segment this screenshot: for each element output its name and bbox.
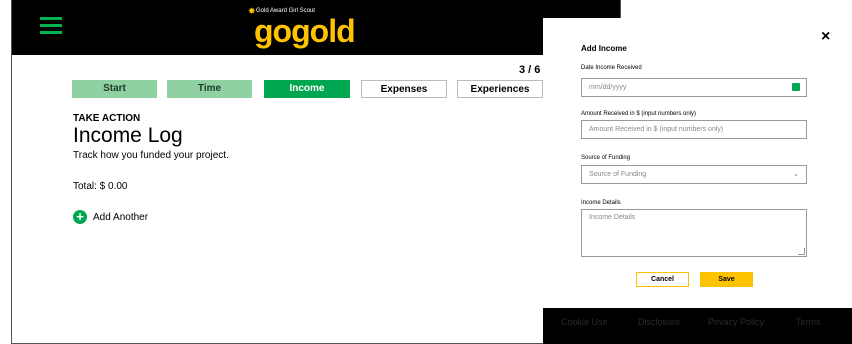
app-header: ✸ Gold Award Girl Scout gogold xyxy=(12,0,620,55)
amount-label: Amount Received in $ (input numbers only… xyxy=(581,111,697,117)
source-selected-value: Source of Funding xyxy=(589,171,647,178)
source-select[interactable]: Source of Funding ⌄ xyxy=(581,165,807,184)
amount-field[interactable]: Amount Received in $ (input numbers only… xyxy=(581,120,807,139)
amount-placeholder: Amount Received in $ (input numbers only… xyxy=(589,126,724,133)
footer-link-terms[interactable]: Terms xyxy=(796,317,821,327)
add-income-modal xyxy=(543,18,852,308)
add-another-button[interactable]: + Add Another xyxy=(73,210,148,224)
details-placeholder: Income Details xyxy=(589,214,636,221)
date-label: Date Income Received xyxy=(581,65,642,71)
footer-link-privacy-policy[interactable]: Privacy Policy xyxy=(708,317,764,327)
section-eyebrow: TAKE ACTION xyxy=(73,113,141,124)
step-expenses[interactable]: Expenses xyxy=(361,80,447,98)
plus-circle-icon: + xyxy=(73,210,87,224)
logo-wordmark: gogold xyxy=(254,13,356,49)
step-experiences[interactable]: Experiences xyxy=(457,80,543,98)
add-another-label: Add Another xyxy=(93,211,149,223)
step-income[interactable]: Income xyxy=(264,80,350,98)
calendar-icon[interactable] xyxy=(792,83,800,91)
chevron-down-icon: ⌄ xyxy=(793,171,799,178)
close-icon[interactable]: × xyxy=(821,28,830,46)
footer-link-disclosure[interactable]: Disclosure xyxy=(638,317,680,327)
step-time[interactable]: Time xyxy=(167,80,252,98)
details-label: Income Details xyxy=(581,200,621,206)
hamburger-menu-icon[interactable] xyxy=(40,17,62,35)
modal-title: Add Income xyxy=(581,44,627,53)
income-total: Total: $ 0.00 xyxy=(73,181,128,192)
step-start[interactable]: Start xyxy=(72,80,157,98)
save-button[interactable]: Save xyxy=(700,272,753,287)
page-title: Income Log xyxy=(73,124,183,147)
footer-link-cookie-use[interactable]: Cookie Use xyxy=(561,317,608,327)
page-subtitle: Track how you funded your project. xyxy=(73,150,229,161)
step-counter: 3 / 6 xyxy=(519,64,541,76)
gogold-logo[interactable]: ✸ Gold Award Girl Scout gogold xyxy=(244,5,384,51)
footer-bar: Cookie Use Disclosure Privacy Policy Ter… xyxy=(543,308,852,344)
cancel-button[interactable]: Cancel xyxy=(636,272,689,287)
resize-handle-icon[interactable] xyxy=(798,248,805,255)
date-placeholder: mm/dd/yyyy xyxy=(589,84,627,91)
date-field[interactable]: mm/dd/yyyy xyxy=(581,78,807,97)
source-label: Source of Funding xyxy=(581,155,631,161)
details-textarea[interactable]: Income Details xyxy=(581,209,807,257)
app-window: ✸ Gold Award Girl Scout gogold 3 / 6 Sta… xyxy=(11,0,621,344)
